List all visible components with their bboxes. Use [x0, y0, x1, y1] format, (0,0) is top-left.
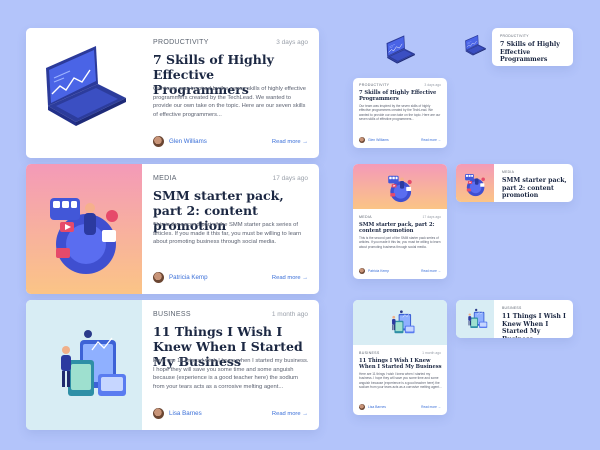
article-card-large-media[interactable]: MEDIA 17 days ago SMM starter pack, part… — [26, 164, 319, 294]
article-excerpt: This is the second part of the SMM start… — [153, 222, 302, 246]
author-name: Lisa Barnes — [169, 410, 202, 417]
card-meta: BUSINESS 1 month ago — [153, 311, 308, 318]
laptop-icon — [354, 29, 446, 75]
article-card-large-business[interactable]: BUSINESS 1 month ago 11 Things I Wish I … — [26, 300, 319, 430]
article-excerpt: This is the second part of the SMM start… — [359, 236, 441, 249]
read-more-link[interactable]: Read more → — [421, 405, 441, 409]
timestamp: 17 days ago — [422, 215, 441, 219]
avatar — [359, 404, 365, 410]
card-meta: BUSINESS 1 month ago — [359, 351, 441, 355]
author[interactable]: Lisa Barnes — [153, 408, 202, 419]
category-label: BUSINESS — [153, 311, 191, 318]
article-excerpt: Here are 11 things I wish I knew when I … — [359, 372, 442, 390]
business-icon — [26, 300, 142, 430]
article-title[interactable]: 7 Skills of Highly Effective Programmers — [359, 90, 442, 103]
article-card-small-business[interactable]: BUSINESS 11 Things I Wish I Knew When I … — [456, 300, 573, 338]
author[interactable]: Lisa Barnes — [359, 404, 386, 410]
author-name: Glen Williams — [169, 138, 207, 145]
timestamp: 3 days ago — [276, 39, 308, 46]
avatar — [153, 272, 164, 283]
timestamp: 3 days ago — [424, 83, 441, 87]
article-title[interactable]: 11 Things I Wish I Knew When I Started M… — [359, 358, 442, 371]
article-excerpt: Our team was inspired by the seven skill… — [153, 86, 306, 118]
author-name: Lisa Barnes — [368, 405, 386, 409]
card-footer: Lisa Barnes Read more → — [359, 404, 441, 410]
article-excerpt: Here are 11 things I wish I knew when I … — [153, 358, 309, 390]
card-footer: Patricia Kemp Read more → — [359, 268, 441, 274]
social-media-icon — [353, 164, 447, 209]
author-name: Glen Williams — [368, 138, 389, 142]
category-label: PRODUCTIVITY — [359, 83, 390, 87]
card-meta: MEDIA 17 days ago — [153, 175, 308, 182]
category-label: PRODUCTIVITY — [153, 39, 209, 46]
social-media-icon — [26, 164, 142, 294]
card-footer: Glen Williams Read more → — [153, 136, 308, 147]
category-label: MEDIA — [359, 215, 372, 219]
article-card-large-productivity[interactable]: PRODUCTIVITY 3 days ago 7 Skills of High… — [26, 28, 319, 158]
social-media-icon — [456, 164, 494, 202]
read-more-link[interactable]: Read more → — [421, 269, 441, 273]
business-icon — [353, 300, 447, 345]
author[interactable]: Glen Williams — [153, 136, 207, 147]
author-name: Patricia Kemp — [368, 269, 390, 273]
read-more-link[interactable]: Read more → — [272, 411, 308, 417]
laptop-icon — [26, 28, 142, 158]
avatar — [153, 136, 164, 147]
article-title[interactable]: 7 Skills of Highly Effective Programmers — [500, 41, 568, 64]
timestamp: 1 month ago — [422, 351, 441, 355]
article-card-medium-productivity[interactable]: PRODUCTIVITY 3 days ago 7 Skills of High… — [353, 78, 447, 148]
timestamp: 1 month ago — [271, 311, 308, 318]
category-label: MEDIA — [502, 170, 515, 174]
category-label: BUSINESS — [359, 351, 380, 355]
category-label: PRODUCTIVITY — [500, 34, 529, 38]
article-title[interactable]: SMM starter pack, part 2: content promot… — [359, 222, 442, 235]
article-title[interactable]: 11 Things I Wish I Knew When I Started M… — [502, 313, 568, 338]
card-footer: Patricia Kemp Read more → — [153, 272, 308, 283]
article-card-medium-media[interactable]: MEDIA 17 days ago SMM starter pack, part… — [353, 164, 447, 279]
read-more-link[interactable]: Read more → — [421, 138, 441, 142]
author[interactable]: Glen Williams — [359, 137, 389, 143]
article-excerpt: Our team was inspired by the seven skill… — [359, 104, 441, 122]
card-meta: MEDIA 17 days ago — [359, 215, 441, 219]
card-meta: PRODUCTIVITY 3 days ago — [359, 83, 441, 87]
avatar — [359, 137, 365, 143]
article-card-small-productivity[interactable]: PRODUCTIVITY 7 Skills of Highly Effectiv… — [492, 28, 573, 66]
author[interactable]: Patricia Kemp — [153, 272, 208, 283]
business-icon — [456, 300, 494, 338]
category-label: BUSINESS — [502, 306, 522, 310]
timestamp: 17 days ago — [272, 175, 308, 182]
read-more-link[interactable]: Read more → — [272, 275, 308, 281]
article-card-small-media[interactable]: MEDIA SMM starter pack, part 2: content … — [456, 164, 573, 202]
card-meta: PRODUCTIVITY 3 days ago — [153, 39, 308, 46]
category-label: MEDIA — [153, 175, 177, 182]
article-title[interactable]: SMM starter pack, part 2: content promot… — [502, 177, 568, 200]
article-card-medium-business[interactable]: BUSINESS 1 month ago 11 Things I Wish I … — [353, 300, 447, 415]
card-footer: Lisa Barnes Read more → — [153, 408, 308, 419]
avatar — [153, 408, 164, 419]
card-footer: Glen Williams Read more → — [359, 137, 441, 143]
laptop-icon — [460, 29, 490, 65]
read-more-link[interactable]: Read more → — [272, 139, 308, 145]
author[interactable]: Patricia Kemp — [359, 268, 389, 274]
avatar — [359, 268, 365, 274]
author-name: Patricia Kemp — [169, 274, 208, 281]
